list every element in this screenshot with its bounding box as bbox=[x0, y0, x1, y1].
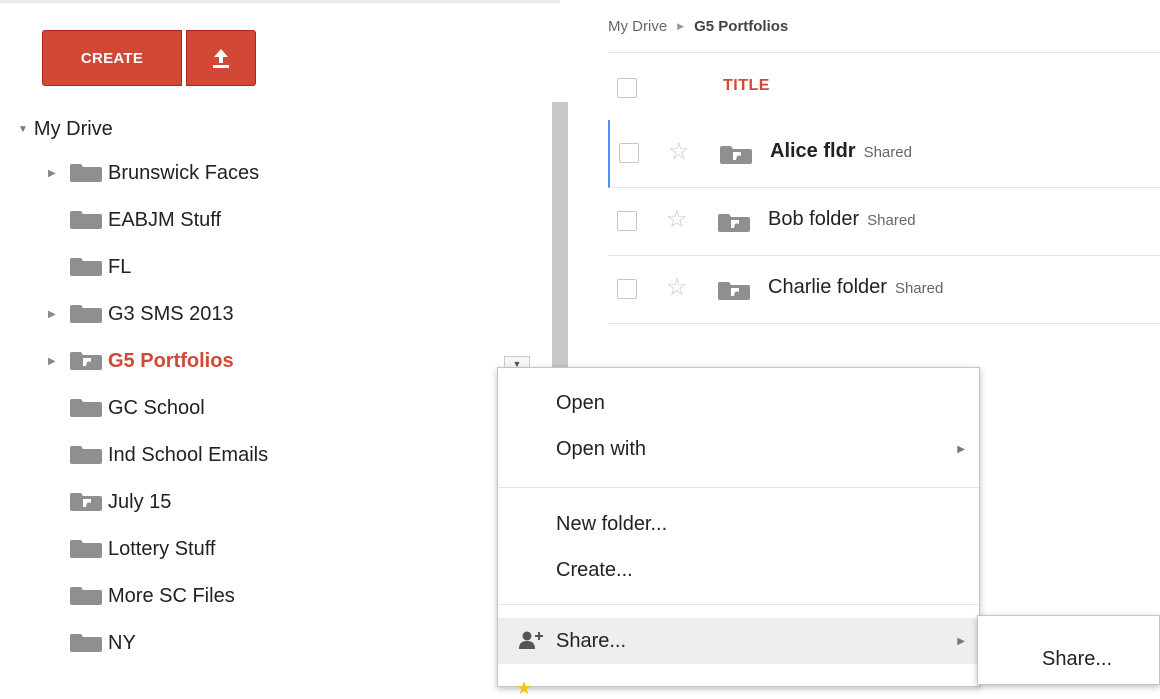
expand-triangle-icon[interactable]: ▶ bbox=[48, 356, 70, 367]
select-all-checkbox[interactable] bbox=[617, 78, 637, 98]
tree-root-label: My Drive bbox=[33, 117, 113, 140]
folder-tree-item-label: NY bbox=[108, 631, 136, 654]
menu-item-create-label: Create... bbox=[556, 558, 633, 581]
folder-tree-item-label: G3 SMS 2013 bbox=[108, 302, 234, 325]
folder-tree-item-label: FL bbox=[108, 255, 132, 278]
file-name[interactable]: Bob folder Shared bbox=[768, 208, 916, 231]
file-name-text: Charlie folder bbox=[768, 276, 887, 298]
menu-item-open-with[interactable]: Open with ▶ bbox=[498, 426, 979, 472]
expand-triangle-icon[interactable]: ▶ bbox=[48, 309, 70, 320]
folder-tree-item-label: Brunswick Faces bbox=[108, 161, 260, 184]
folder-tree-item-label: GC School bbox=[108, 396, 205, 419]
folder-icon bbox=[70, 399, 102, 417]
add-person-icon bbox=[518, 630, 544, 656]
row-checkbox[interactable] bbox=[617, 211, 637, 231]
tree-root-my-drive[interactable]: ▼ My Drive bbox=[18, 114, 113, 144]
shared-folder-icon bbox=[720, 146, 752, 169]
breadcrumb-separator-icon: ▶ bbox=[677, 21, 685, 31]
upload-arrow-icon bbox=[213, 49, 229, 68]
menu-item-open-with-label: Open with bbox=[556, 437, 647, 460]
folder-icon bbox=[70, 305, 102, 323]
folder-tree-item-label: July 15 bbox=[108, 490, 172, 513]
folder-tree-item[interactable]: Lottery Stuff bbox=[48, 534, 215, 564]
folder-tree-item-label: Ind School Emails bbox=[108, 443, 269, 466]
folder-tree-item-label: More SC Files bbox=[108, 584, 235, 607]
breadcrumb-current: G5 Portfolios bbox=[694, 18, 789, 35]
folder-icon bbox=[70, 258, 102, 276]
submenu-arrow-icon: ▶ bbox=[957, 635, 965, 647]
row-checkbox[interactable] bbox=[619, 143, 639, 163]
menu-item-open-label: Open bbox=[556, 391, 605, 414]
file-name-text: Alice fldr bbox=[770, 140, 856, 162]
star-icon[interactable]: ☆ bbox=[666, 276, 688, 300]
star-icon[interactable]: ☆ bbox=[666, 208, 688, 232]
folder-icon bbox=[70, 164, 102, 182]
folder-tree-item-label: G5 Portfolios bbox=[108, 349, 234, 372]
row-checkbox[interactable] bbox=[617, 279, 637, 299]
title-column-header[interactable]: TITLE bbox=[723, 77, 770, 95]
sidebar-scrollbar-thumb[interactable] bbox=[552, 102, 568, 367]
file-row[interactable]: ☆ Alice fldr Shared bbox=[608, 120, 1160, 188]
file-row[interactable]: ☆ Bob folder Shared bbox=[608, 188, 1160, 256]
file-name-text: Bob folder bbox=[768, 208, 860, 230]
folder-tree-item[interactable]: NY bbox=[48, 628, 136, 658]
folder-tree-item[interactable]: Ind School Emails bbox=[48, 440, 268, 470]
shared-folder-icon bbox=[70, 493, 102, 511]
menu-item-share-label: Share... bbox=[556, 629, 627, 652]
folder-tree-item[interactable]: FL bbox=[48, 252, 131, 282]
menu-item-new-folder-label: New folder... bbox=[556, 512, 668, 535]
header-divider bbox=[608, 52, 1160, 53]
star-icon[interactable]: ☆ bbox=[668, 140, 690, 164]
folder-tree-item[interactable]: EABJM Stuff bbox=[48, 205, 221, 235]
star-icon: ★ bbox=[516, 678, 533, 698]
file-name[interactable]: Charlie folder Shared bbox=[768, 276, 943, 299]
submenu-item-share[interactable]: Share... bbox=[1042, 648, 1112, 671]
folder-icon bbox=[70, 587, 102, 605]
context-menu: Open Open with ▶ New folder... Create...… bbox=[497, 367, 980, 698]
folder-tree-item[interactable]: July 15 bbox=[48, 487, 171, 517]
shared-status: Shared bbox=[894, 280, 944, 297]
expand-triangle-icon[interactable]: ▶ bbox=[48, 168, 70, 179]
folder-tree-item-label: EABJM Stuff bbox=[108, 208, 222, 231]
menu-separator bbox=[498, 487, 979, 488]
folder-tree-item[interactable]: ▶ Brunswick Faces bbox=[48, 158, 259, 188]
menu-item-create[interactable]: Create... bbox=[498, 547, 979, 593]
shared-status: Shared bbox=[863, 144, 912, 161]
shared-folder-icon bbox=[718, 282, 750, 305]
folder-icon bbox=[70, 634, 102, 652]
breadcrumb-root[interactable]: My Drive bbox=[608, 18, 667, 35]
folder-tree-item-label: Lottery Stuff bbox=[108, 537, 216, 560]
folder-tree-item[interactable]: ▶ G5 Portfolios bbox=[48, 346, 234, 376]
folder-tree-item[interactable]: More SC Files bbox=[48, 581, 235, 611]
folder-tree-item[interactable]: GC School bbox=[48, 393, 205, 423]
folder-icon bbox=[70, 540, 102, 558]
menu-separator bbox=[498, 604, 979, 605]
shared-folder-icon bbox=[70, 352, 102, 370]
top-divider bbox=[0, 0, 560, 3]
breadcrumb: My Drive ▶ G5 Portfolios bbox=[608, 18, 788, 35]
menu-item-share[interactable]: Share... ▶ bbox=[498, 618, 979, 664]
shared-status: Shared bbox=[867, 212, 916, 229]
share-submenu: Share... bbox=[977, 615, 1160, 685]
folder-icon bbox=[70, 211, 102, 229]
menu-item-open[interactable]: Open bbox=[498, 380, 979, 426]
file-row[interactable]: ☆ Charlie folder Shared bbox=[608, 256, 1160, 324]
menu-item-new-folder[interactable]: New folder... bbox=[498, 501, 979, 547]
file-name[interactable]: Alice fldr Shared bbox=[770, 140, 912, 163]
folder-tree-item[interactable]: ▶ G3 SMS 2013 bbox=[48, 299, 234, 329]
create-button[interactable]: CREATE bbox=[42, 30, 182, 86]
submenu-arrow-icon: ▶ bbox=[957, 443, 965, 455]
collapse-triangle-icon[interactable]: ▼ bbox=[18, 124, 28, 135]
folder-icon bbox=[70, 446, 102, 464]
shared-folder-icon bbox=[718, 214, 750, 237]
upload-button[interactable] bbox=[186, 30, 256, 86]
